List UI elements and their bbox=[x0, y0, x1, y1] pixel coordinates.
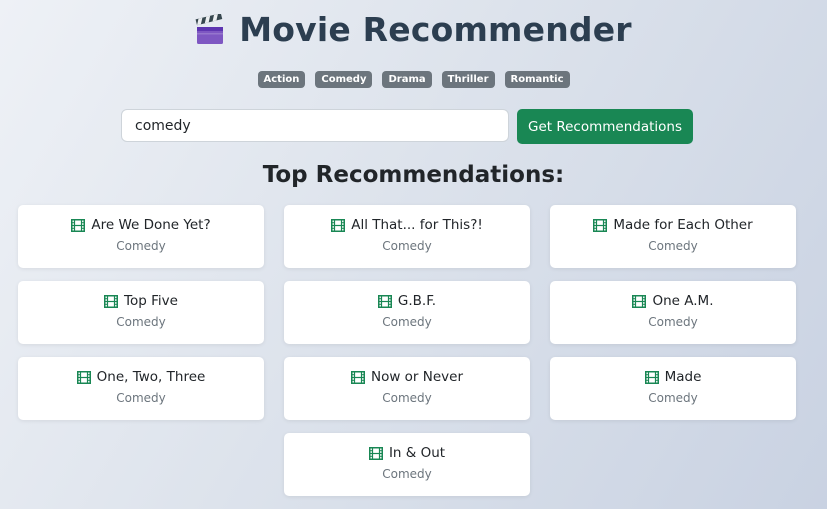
movie-title-row: Now or Never bbox=[350, 369, 464, 386]
movie-card[interactable]: Made for Each Other Comedy bbox=[550, 205, 796, 268]
movie-genre: Comedy bbox=[116, 239, 166, 253]
page-header: Movie Recommender bbox=[0, 10, 827, 50]
movie-title-row: Made for Each Other bbox=[593, 217, 753, 234]
clapperboard-icon bbox=[195, 13, 224, 44]
film-icon bbox=[331, 219, 346, 232]
tag-romantic[interactable]: Romantic bbox=[504, 71, 570, 88]
movie-title: Made for Each Other bbox=[613, 217, 753, 233]
movie-genre: Comedy bbox=[116, 315, 166, 329]
movie-title-row: One A.M. bbox=[632, 293, 714, 310]
movie-genre: Comedy bbox=[382, 315, 432, 329]
movie-title: All That... for This?! bbox=[351, 217, 483, 233]
movie-card[interactable]: One A.M. Comedy bbox=[550, 281, 796, 344]
movie-title: Top Five bbox=[124, 293, 178, 309]
recommendations-grid: Are We Done Yet? Comedy All That... for … bbox=[18, 205, 796, 496]
film-icon bbox=[104, 295, 119, 308]
movie-genre: Comedy bbox=[382, 391, 432, 405]
film-icon bbox=[593, 219, 608, 232]
movie-card[interactable]: Top Five Comedy bbox=[18, 281, 264, 344]
movie-title: G.B.F. bbox=[397, 293, 437, 309]
film-icon bbox=[644, 371, 659, 384]
movie-genre: Comedy bbox=[382, 239, 432, 253]
film-icon bbox=[76, 371, 91, 384]
tag-drama[interactable]: Drama bbox=[382, 71, 432, 88]
film-icon bbox=[632, 295, 647, 308]
movie-card[interactable]: Made Comedy bbox=[550, 357, 796, 420]
movie-card[interactable]: All That... for This?! Comedy bbox=[284, 205, 530, 268]
movie-card[interactable]: Are We Done Yet? Comedy bbox=[18, 205, 264, 268]
movie-title: One, Two, Three bbox=[96, 369, 206, 385]
movie-title: Are We Done Yet? bbox=[91, 217, 211, 233]
page-title: Movie Recommender bbox=[239, 10, 632, 49]
get-recommendations-button[interactable]: Get Recommendations bbox=[517, 109, 693, 144]
film-icon bbox=[71, 219, 86, 232]
movie-card[interactable]: Now or Never Comedy bbox=[284, 357, 530, 420]
movie-card[interactable]: In & Out Comedy bbox=[284, 433, 530, 496]
search-row: Get Recommendations bbox=[121, 109, 693, 144]
tag-comedy[interactable]: Comedy bbox=[315, 71, 373, 88]
film-icon bbox=[377, 295, 392, 308]
tag-thriller[interactable]: Thriller bbox=[441, 71, 495, 88]
movie-title: In & Out bbox=[388, 445, 446, 461]
movie-genre: Comedy bbox=[648, 315, 698, 329]
movie-genre: Comedy bbox=[116, 391, 166, 405]
movie-title-row: Made bbox=[644, 369, 702, 386]
film-icon bbox=[350, 371, 365, 384]
search-input[interactable] bbox=[121, 109, 509, 142]
movie-title-row: Are We Done Yet? bbox=[71, 217, 211, 234]
film-icon bbox=[368, 447, 383, 460]
recommendations-heading: Top Recommendations: bbox=[262, 162, 565, 188]
genre-tags: Action Comedy Drama Thriller Romantic bbox=[0, 71, 827, 88]
movie-genre: Comedy bbox=[648, 239, 698, 253]
tag-action[interactable]: Action bbox=[257, 71, 306, 88]
movie-card[interactable]: G.B.F. Comedy bbox=[284, 281, 530, 344]
movie-card[interactable]: One, Two, Three Comedy bbox=[18, 357, 264, 420]
movie-title: Now or Never bbox=[370, 369, 464, 385]
movie-title: Made bbox=[664, 369, 702, 385]
movie-title-row: In & Out bbox=[368, 445, 446, 462]
title-wrap: Movie Recommender bbox=[195, 10, 632, 49]
movie-genre: Comedy bbox=[648, 391, 698, 405]
movie-title: One A.M. bbox=[652, 293, 714, 309]
movie-genre: Comedy bbox=[382, 467, 432, 481]
movie-title-row: G.B.F. bbox=[377, 293, 437, 310]
movie-title-row: One, Two, Three bbox=[76, 369, 206, 386]
movie-title-row: Top Five bbox=[104, 293, 178, 310]
movie-title-row: All That... for This?! bbox=[331, 217, 483, 234]
